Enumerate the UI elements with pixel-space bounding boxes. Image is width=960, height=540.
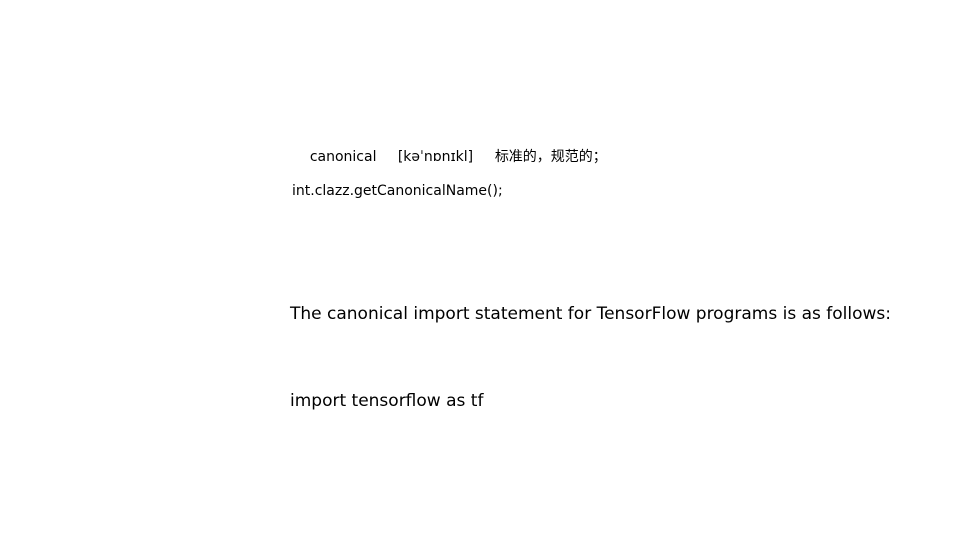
vocab-phonetic: [kəˈnɒnɪkl]: [397, 149, 474, 165]
code-snippet: int.clazz.getCanonicalName();: [292, 183, 503, 199]
paragraph: The canonical import statement for Tenso…: [290, 242, 930, 474]
document-page: canonical [kəˈnɒnɪkl] 标准的，规范的； int.clazz.g…: [0, 0, 960, 540]
paragraph-line-2: import tensorflow as tf: [290, 391, 484, 411]
vocab-word: canonical: [309, 149, 377, 165]
vocab-meaning: 标准的，规范的；: [494, 149, 607, 165]
vocabulary-entry: canonical [kəˈnɒnɪkl] 标准的，规范的；: [292, 130, 607, 184]
paragraph-line-1: The canonical import statement for Tenso…: [290, 304, 891, 324]
